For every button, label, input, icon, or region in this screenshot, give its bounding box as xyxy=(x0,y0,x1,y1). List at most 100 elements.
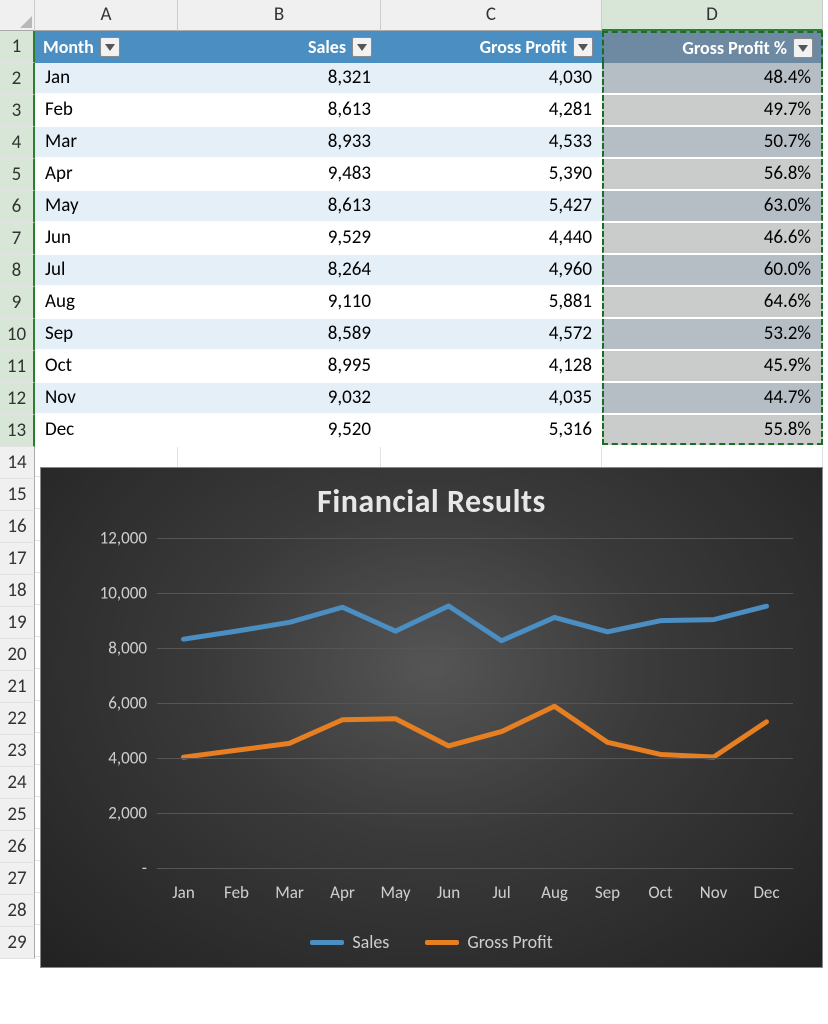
row-header-15[interactable]: 15 xyxy=(0,479,35,511)
row-header-3[interactable]: 3 xyxy=(0,95,35,127)
filter-dropdown-icon[interactable] xyxy=(573,37,593,57)
cell-month[interactable]: Jun xyxy=(35,223,178,253)
cell-sales[interactable]: 9,529 xyxy=(178,223,381,253)
chart-title: Financial Results xyxy=(41,468,822,521)
cell-sales[interactable]: 9,483 xyxy=(178,159,381,189)
cell-gross-profit[interactable]: 4,281 xyxy=(381,95,602,125)
cell-gross-profit-pct[interactable]: 48.4% xyxy=(602,63,823,93)
cell-month[interactable]: Jan xyxy=(35,63,178,93)
row-header-11[interactable]: 11 xyxy=(0,351,35,383)
row-header-6[interactable]: 6 xyxy=(0,191,35,223)
row-header-12[interactable]: 12 xyxy=(0,383,35,415)
chart-gridline xyxy=(157,593,793,594)
cell-month[interactable]: May xyxy=(35,191,178,221)
row-header-29[interactable]: 29 xyxy=(0,927,35,959)
row-header-27[interactable]: 27 xyxy=(0,863,35,895)
cell-gross-profit[interactable]: 5,427 xyxy=(381,191,602,221)
chart-gridline xyxy=(157,538,793,539)
cell-gross-profit[interactable]: 4,533 xyxy=(381,127,602,157)
cell-gross-profit-pct[interactable]: 56.8% xyxy=(602,159,823,189)
row-header-18[interactable]: 18 xyxy=(0,575,35,607)
column-header-C[interactable]: C xyxy=(381,0,602,31)
cell-month[interactable]: Jul xyxy=(35,255,178,285)
cell-month[interactable]: Sep xyxy=(35,319,178,349)
cell-gross-profit[interactable]: 5,881 xyxy=(381,287,602,317)
row-header-28[interactable]: 28 xyxy=(0,895,35,927)
cell-sales[interactable]: 9,520 xyxy=(178,415,381,445)
cell-month[interactable]: Aug xyxy=(35,287,178,317)
row-header-16[interactable]: 16 xyxy=(0,511,35,543)
table-header-sales[interactable]: Sales xyxy=(178,31,381,63)
cell-gross-profit[interactable]: 4,572 xyxy=(381,319,602,349)
cell-gross-profit[interactable]: 4,960 xyxy=(381,255,602,285)
row-header-7[interactable]: 7 xyxy=(0,223,35,255)
chart-financial-results[interactable]: Financial Results -2,0004,0006,0008,0001… xyxy=(40,467,823,968)
filter-dropdown-icon[interactable] xyxy=(793,38,813,58)
cell-sales[interactable]: 8,613 xyxy=(178,191,381,221)
cell-gross-profit-pct[interactable]: 53.2% xyxy=(602,319,823,349)
cell-sales[interactable]: 8,264 xyxy=(178,255,381,285)
row-header-22[interactable]: 22 xyxy=(0,703,35,735)
cell-month[interactable]: Dec xyxy=(35,415,178,445)
cell-sales[interactable]: 9,110 xyxy=(178,287,381,317)
cell-gross-profit[interactable]: 4,128 xyxy=(381,351,602,381)
cell-gross-profit-pct[interactable]: 50.7% xyxy=(602,127,823,157)
cell-gross-profit-pct[interactable]: 46.6% xyxy=(602,223,823,253)
cell-gross-profit-pct[interactable]: 55.8% xyxy=(602,415,823,445)
chart-ytick-label: - xyxy=(87,858,147,879)
row-header-1[interactable]: 1 xyxy=(0,31,35,63)
column-header-B[interactable]: B xyxy=(178,0,381,31)
row-header-19[interactable]: 19 xyxy=(0,607,35,639)
cell-month[interactable]: Apr xyxy=(35,159,178,189)
cell-gross-profit[interactable]: 5,316 xyxy=(381,415,602,445)
cell-month[interactable]: Mar xyxy=(35,127,178,157)
cell-sales[interactable]: 8,589 xyxy=(178,319,381,349)
cell-sales[interactable]: 8,613 xyxy=(178,95,381,125)
column-header-D[interactable]: D xyxy=(602,0,823,31)
cell-gross-profit-pct[interactable]: 60.0% xyxy=(602,255,823,285)
cell-gross-profit[interactable]: 4,035 xyxy=(381,383,602,413)
legend-label: Sales xyxy=(352,931,389,953)
row-header-23[interactable]: 23 xyxy=(0,735,35,767)
row-header-20[interactable]: 20 xyxy=(0,639,35,671)
cell-gross-profit-pct[interactable]: 64.6% xyxy=(602,287,823,317)
row-header-2[interactable]: 2 xyxy=(0,63,35,95)
row-header-14[interactable]: 14 xyxy=(0,447,35,479)
chart-ytick-label: 8,000 xyxy=(87,638,147,659)
cell-sales[interactable]: 8,995 xyxy=(178,351,381,381)
table-header-label: Month xyxy=(43,36,94,58)
cell-gross-profit-pct[interactable]: 63.0% xyxy=(602,191,823,221)
table-header-gross_profit[interactable]: Gross Profit xyxy=(381,31,602,63)
cell-gross-profit-pct[interactable]: 45.9% xyxy=(602,351,823,381)
select-all-corner[interactable] xyxy=(0,0,35,31)
cell-gross-profit[interactable]: 4,030 xyxy=(381,63,602,93)
cell-month[interactable]: Oct xyxy=(35,351,178,381)
row-header-24[interactable]: 24 xyxy=(0,767,35,799)
row-header-21[interactable]: 21 xyxy=(0,671,35,703)
table-header-month[interactable]: Month xyxy=(35,31,178,63)
table-header-label: Sales xyxy=(308,36,346,58)
row-header-10[interactable]: 10 xyxy=(0,319,35,351)
cell-month[interactable]: Feb xyxy=(35,95,178,125)
cell-gross-profit[interactable]: 4,440 xyxy=(381,223,602,253)
filter-dropdown-icon[interactable] xyxy=(100,37,120,57)
cell-month[interactable]: Nov xyxy=(35,383,178,413)
row-header-5[interactable]: 5 xyxy=(0,159,35,191)
row-header-25[interactable]: 25 xyxy=(0,799,35,831)
row-header-8[interactable]: 8 xyxy=(0,255,35,287)
cell-gross-profit-pct[interactable]: 49.7% xyxy=(602,95,823,125)
row-header-17[interactable]: 17 xyxy=(0,543,35,575)
row-header-13[interactable]: 13 xyxy=(0,415,35,447)
table-header-gross_profit_pct[interactable]: Gross Profit % xyxy=(602,31,823,63)
row-header-9[interactable]: 9 xyxy=(0,287,35,319)
chart-xtick-label: Feb xyxy=(210,882,263,903)
filter-dropdown-icon[interactable] xyxy=(352,37,372,57)
column-header-A[interactable]: A xyxy=(35,0,178,31)
cell-gross-profit-pct[interactable]: 44.7% xyxy=(602,383,823,413)
cell-sales[interactable]: 9,032 xyxy=(178,383,381,413)
row-header-26[interactable]: 26 xyxy=(0,831,35,863)
cell-sales[interactable]: 8,933 xyxy=(178,127,381,157)
row-header-4[interactable]: 4 xyxy=(0,127,35,159)
cell-sales[interactable]: 8,321 xyxy=(178,63,381,93)
cell-gross-profit[interactable]: 5,390 xyxy=(381,159,602,189)
